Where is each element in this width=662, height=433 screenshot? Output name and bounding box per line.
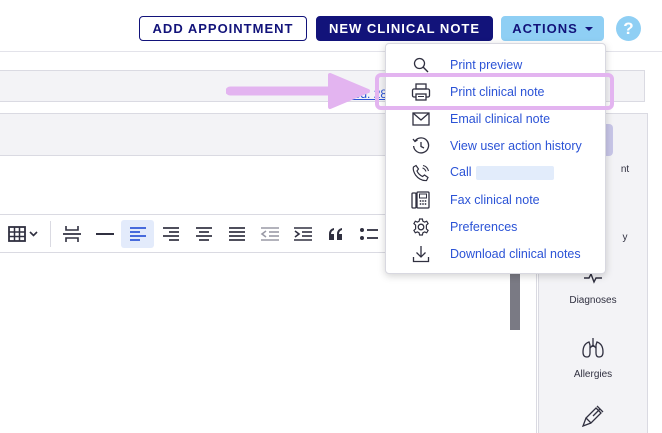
sidebar-item-medications[interactable] — [538, 404, 648, 428]
menu-item-call[interactable]: Call — [386, 159, 607, 186]
align-justify-button[interactable] — [220, 220, 253, 248]
highlight-box — [375, 73, 614, 110]
toolbar-divider — [50, 220, 51, 247]
menu-item-fax-clinical-note[interactable]: Fax clinical note — [386, 186, 607, 213]
align-right-button[interactable] — [154, 220, 187, 248]
actions-button[interactable]: ACTIONS — [501, 16, 604, 41]
sidebar-item-label: nt — [620, 164, 630, 175]
new-clinical-note-label: NEW CLINICAL NOTE — [328, 21, 481, 36]
download-icon — [411, 244, 431, 264]
phone-icon — [411, 163, 431, 183]
page-break-icon — [62, 225, 81, 242]
fax-icon — [411, 190, 431, 210]
new-clinical-note-button[interactable]: NEW CLINICAL NOTE — [316, 16, 493, 41]
menu-item-label: Fax clinical note — [450, 192, 540, 207]
menu-item-label: Download clinical notes — [450, 246, 581, 261]
envelope-icon — [411, 109, 431, 129]
outdent-icon — [260, 226, 279, 241]
bulleted-list-button[interactable] — [352, 220, 385, 248]
align-center-icon — [195, 226, 212, 241]
call-label: Call — [450, 165, 472, 180]
horizontal-line-button[interactable] — [88, 220, 121, 248]
align-left-icon — [129, 226, 146, 241]
chevron-down-icon — [584, 26, 593, 31]
sidebar-item-label: Allergies — [573, 369, 613, 380]
lungs-icon — [582, 338, 604, 358]
redacted-phone-number — [475, 165, 554, 180]
pointer-arrow-icon — [226, 73, 370, 109]
table-icon — [8, 225, 38, 242]
align-right-icon — [162, 226, 179, 241]
align-center-button[interactable] — [187, 220, 220, 248]
sidebar-item-allergies[interactable]: Allergies — [538, 336, 648, 380]
menu-item-preferences[interactable]: Preferences — [386, 213, 607, 240]
sidebar-item-label: y — [622, 232, 628, 243]
actions-label: ACTIONS — [512, 21, 578, 36]
quote-icon — [328, 227, 342, 240]
gear-icon — [411, 217, 431, 237]
help-button[interactable]: ? — [616, 16, 641, 41]
align-left-button[interactable] — [121, 219, 154, 248]
indent-button[interactable] — [286, 220, 319, 248]
menu-item-label: Print preview — [450, 57, 523, 72]
menu-item-download-clinical-notes[interactable]: Download clinical notes — [386, 240, 607, 267]
syringe-icon — [581, 405, 604, 428]
horizontal-line-icon — [95, 232, 114, 235]
blockquote-button[interactable] — [319, 220, 352, 248]
menu-item-label: Call — [450, 165, 554, 180]
menu-item-label: View user action history — [450, 138, 582, 153]
indent-icon — [293, 226, 312, 241]
menu-item-view-user-action-history[interactable]: View user action history — [386, 132, 607, 159]
search-icon — [411, 55, 431, 75]
align-justify-icon — [228, 226, 245, 241]
history-icon — [411, 136, 431, 156]
page-break-button[interactable] — [55, 220, 88, 248]
add-appointment-button[interactable]: ADD APPOINTMENT — [139, 16, 307, 41]
bulleted-list-icon — [359, 227, 378, 240]
table-button[interactable] — [0, 220, 46, 248]
help-icon: ? — [623, 18, 634, 38]
menu-item-label: Preferences — [450, 219, 518, 234]
sidebar-item-label: Diagnoses — [569, 295, 617, 306]
add-appointment-label: ADD APPOINTMENT — [152, 21, 294, 36]
outdent-button[interactable] — [253, 220, 286, 248]
menu-item-label: Email clinical note — [450, 111, 551, 126]
